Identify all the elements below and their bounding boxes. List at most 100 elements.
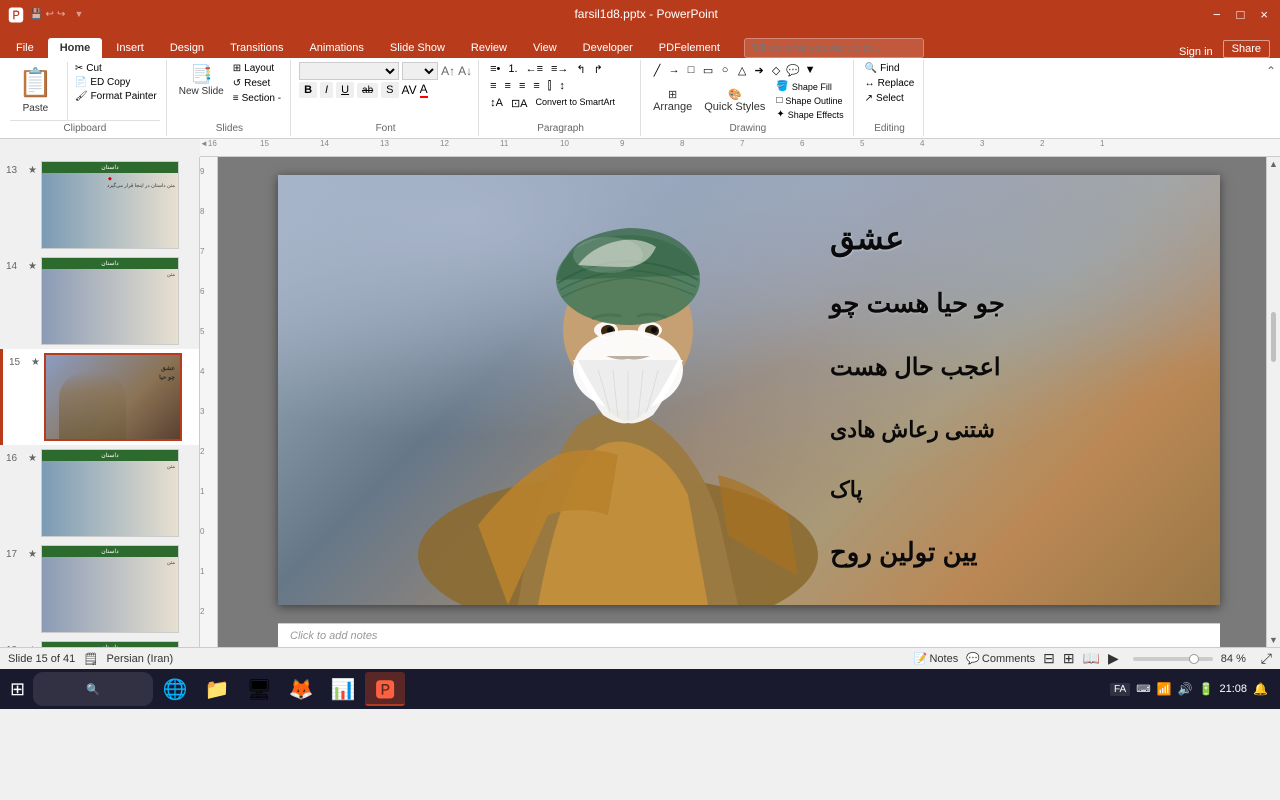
tab-transitions[interactable]: Transitions: [218, 38, 295, 58]
strikethrough-button[interactable]: ab: [357, 83, 378, 98]
bullets-btn[interactable]: ≡•: [487, 62, 503, 77]
tab-slideshow[interactable]: Slide Show: [378, 38, 457, 58]
line-tool[interactable]: ╱: [649, 62, 665, 78]
view-slideshow-btn[interactable]: ▶: [1108, 650, 1119, 667]
right-arrow-shape[interactable]: ➔: [751, 62, 767, 78]
ribbon-collapse[interactable]: ⌃: [1266, 60, 1276, 136]
taskbar-excel[interactable]: 📊: [323, 672, 363, 706]
view-normal-btn[interactable]: ⊟: [1043, 650, 1055, 667]
bold-button[interactable]: B: [299, 82, 317, 98]
slide-thumb-18[interactable]: 18 ★ داستان متن: [0, 637, 199, 647]
increase-indent-btn[interactable]: ≡→: [548, 62, 571, 77]
more-shapes[interactable]: ▼: [802, 62, 818, 78]
cut-button[interactable]: ✂ Cut: [72, 62, 160, 75]
text-direction-btn[interactable]: ↕A: [487, 96, 506, 111]
sign-in-button[interactable]: Sign in: [1179, 46, 1213, 58]
maximize-button[interactable]: □: [1233, 7, 1249, 22]
taskbar-browser[interactable]: 🌐: [155, 672, 195, 706]
tray-notification[interactable]: 🔔: [1253, 682, 1268, 696]
tell-me-input[interactable]: [744, 38, 924, 58]
diamond-shape[interactable]: ◇: [768, 62, 784, 78]
slide-thumb-13[interactable]: 13 ★ داستان ◆ متن داستان در اینجا قرار م…: [0, 157, 199, 253]
zoom-thumb[interactable]: [1189, 654, 1199, 664]
close-button[interactable]: ×: [1256, 7, 1272, 22]
select-button[interactable]: ↗ Select: [862, 92, 918, 105]
increase-font-btn[interactable]: A↑: [441, 64, 455, 78]
arrange-button[interactable]: ⊞ Arrange: [649, 86, 696, 115]
ltr-btn[interactable]: ↱: [591, 62, 606, 77]
rounded-rect-tool[interactable]: ▭: [700, 62, 716, 78]
zoom-slider[interactable]: [1133, 657, 1213, 661]
decrease-indent-btn[interactable]: ←≡: [523, 62, 546, 77]
slide-thumb-16[interactable]: 16 ★ داستان متن: [0, 445, 199, 541]
replace-button[interactable]: ↔ Replace: [862, 77, 918, 90]
triangle-tool[interactable]: △: [734, 62, 750, 78]
copy-button[interactable]: 📄 ED Copy: [72, 76, 160, 89]
taskbar-monitor[interactable]: 🖥: [239, 672, 279, 706]
slide-thumb-17[interactable]: 17 ★ داستان متن: [0, 541, 199, 637]
quick-access-undo[interactable]: ↩: [46, 9, 54, 20]
scroll-up-arrow[interactable]: ▲: [1267, 157, 1280, 171]
convert-smartart-btn[interactable]: Convert to SmartArt: [533, 96, 619, 111]
rtl-btn[interactable]: ↰: [573, 62, 588, 77]
tab-home[interactable]: Home: [48, 38, 103, 58]
new-slide-button[interactable]: 📑 New Slide: [175, 62, 228, 99]
comments-status-btn[interactable]: 💬 Comments: [966, 652, 1035, 665]
rect-tool[interactable]: □: [683, 62, 699, 78]
notes-area[interactable]: Click to add notes: [278, 623, 1220, 647]
format-painter-button[interactable]: 🖌 Format Painter: [72, 90, 160, 103]
canvas-scrollbar-v[interactable]: ▲ ▼: [1266, 157, 1280, 647]
oval-tool[interactable]: ○: [717, 62, 733, 78]
shape-outline-btn[interactable]: □ Shape Outline: [773, 94, 846, 107]
tab-file[interactable]: File: [4, 38, 46, 58]
align-text-btn[interactable]: ⊡A: [508, 96, 531, 111]
shape-effects-btn[interactable]: ✦ Shape Effects: [773, 108, 846, 121]
section-button[interactable]: ≡ Section -: [230, 92, 284, 105]
align-left-btn[interactable]: ≡: [487, 79, 499, 94]
taskbar-powerpoint[interactable]: 🅿: [365, 672, 405, 706]
zoom-fit-btn[interactable]: ⤢: [1261, 650, 1272, 667]
minimize-button[interactable]: −: [1209, 7, 1225, 22]
slide-thumb-15[interactable]: 15 ★ عشقچو حیا: [0, 349, 199, 445]
align-center-btn[interactable]: ≡: [502, 79, 514, 94]
align-right-btn[interactable]: ≡: [516, 79, 528, 94]
start-button[interactable]: ⊞: [4, 672, 31, 706]
arrow-tool[interactable]: →: [666, 62, 682, 78]
notes-status-btn[interactable]: 📝 Notes: [914, 652, 958, 665]
italic-button[interactable]: I: [320, 82, 333, 98]
tab-animations[interactable]: Animations: [297, 38, 375, 58]
view-reading-btn[interactable]: 📖: [1083, 650, 1100, 667]
tab-design[interactable]: Design: [158, 38, 216, 58]
reset-button[interactable]: ↺ Reset: [230, 77, 284, 90]
numbering-btn[interactable]: 1.: [505, 62, 520, 77]
share-button[interactable]: Share: [1223, 40, 1270, 58]
view-slide-sorter-btn[interactable]: ⊞: [1063, 650, 1075, 667]
taskbar-explorer[interactable]: 📁: [197, 672, 237, 706]
tab-pdfelement[interactable]: PDFelement: [647, 38, 732, 58]
quick-access-save[interactable]: 💾: [30, 9, 42, 20]
scroll-down-arrow[interactable]: ▼: [1267, 633, 1280, 647]
quick-access-more[interactable]: ▼: [74, 9, 83, 19]
tray-clock[interactable]: 21:08: [1220, 683, 1248, 695]
scroll-thumb[interactable]: [1271, 312, 1276, 362]
font-name-select[interactable]: [299, 62, 399, 80]
justify-btn[interactable]: ≡: [530, 79, 542, 94]
slide-canvas[interactable]: عشق جو حیا هست چو اعجب حال هست شتنی رعاش…: [278, 175, 1220, 605]
layout-button[interactable]: ⊞ Layout: [230, 62, 284, 75]
quick-access-redo[interactable]: ↪: [57, 9, 65, 20]
callout-shape[interactable]: 💬: [785, 62, 801, 78]
underline-button[interactable]: U: [336, 82, 354, 98]
tab-developer[interactable]: Developer: [571, 38, 645, 58]
tab-insert[interactable]: Insert: [104, 38, 156, 58]
taskbar-firefox[interactable]: 🦊: [281, 672, 321, 706]
shape-fill-btn[interactable]: 🪣 Shape Fill: [773, 80, 846, 93]
line-spacing-btn[interactable]: ↕: [556, 79, 568, 94]
shadow-button[interactable]: S: [381, 82, 398, 98]
taskbar-search[interactable]: 🔍: [33, 672, 153, 706]
char-spacing-btn[interactable]: AV: [402, 83, 417, 97]
font-size-select[interactable]: [402, 62, 438, 80]
columns-btn[interactable]: ⫿: [545, 79, 555, 94]
decrease-font-btn[interactable]: A↓: [458, 64, 472, 78]
font-color-btn[interactable]: A: [420, 82, 428, 98]
paste-button[interactable]: 📋: [10, 62, 61, 103]
